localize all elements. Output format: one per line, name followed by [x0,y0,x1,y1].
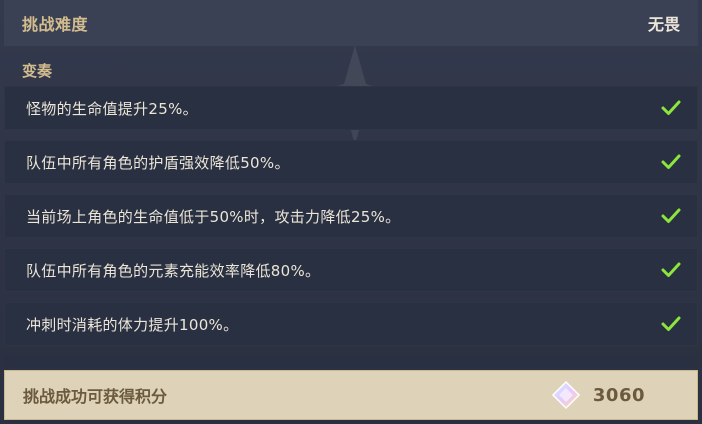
modifier-item: 怪物的生命值提升25%。 [4,86,698,130]
modifier-item: 当前场上角色的生命值低于50%时，攻击力降低25%。 [4,194,698,238]
difficulty-row: 挑战难度 无畏 [4,0,698,46]
modifier-item: 冲刺时消耗的体力提升100%。 [4,302,698,346]
crystal-icon [551,380,580,410]
checkmark-icon [660,205,682,227]
checkmark-icon [660,151,682,173]
modifier-text: 怪物的生命值提升25%。 [26,99,198,118]
modifier-item: 队伍中所有角色的元素充能效率降低80%。 [4,248,698,292]
modifier-list: 怪物的生命值提升25%。 队伍中所有角色的护盾强效降低50%。 当前场上角色的生… [4,86,698,356]
challenge-panel: 挑战难度 无畏 变奏 怪物的生命值提升25%。 队伍中所有角色的护盾强效降低50… [0,0,702,424]
modifier-text: 队伍中所有角色的护盾强效降低50%。 [26,153,290,172]
modifier-text: 队伍中所有角色的元素充能效率降低80%。 [26,261,321,280]
score-value: 3060 [592,384,645,406]
section-title: 变奏 [22,62,53,80]
score-group: 3060 [551,380,645,410]
modifier-text: 当前场上角色的生命值低于50%时，攻击力降低25%。 [26,207,401,226]
difficulty-label: 挑战难度 [22,15,89,34]
modifier-item: 队伍中所有角色的护盾强效降低50%。 [4,140,698,184]
score-label: 挑战成功可获得积分 [23,387,168,406]
checkmark-icon [660,97,682,119]
score-bar: 挑战成功可获得积分 3060 [4,370,698,420]
partial-modifier-row [4,356,698,368]
modifier-text: 冲刺时消耗的体力提升100%。 [26,315,239,334]
difficulty-value: 无畏 [647,15,680,34]
checkmark-icon [660,259,682,281]
checkmark-icon [660,313,682,335]
